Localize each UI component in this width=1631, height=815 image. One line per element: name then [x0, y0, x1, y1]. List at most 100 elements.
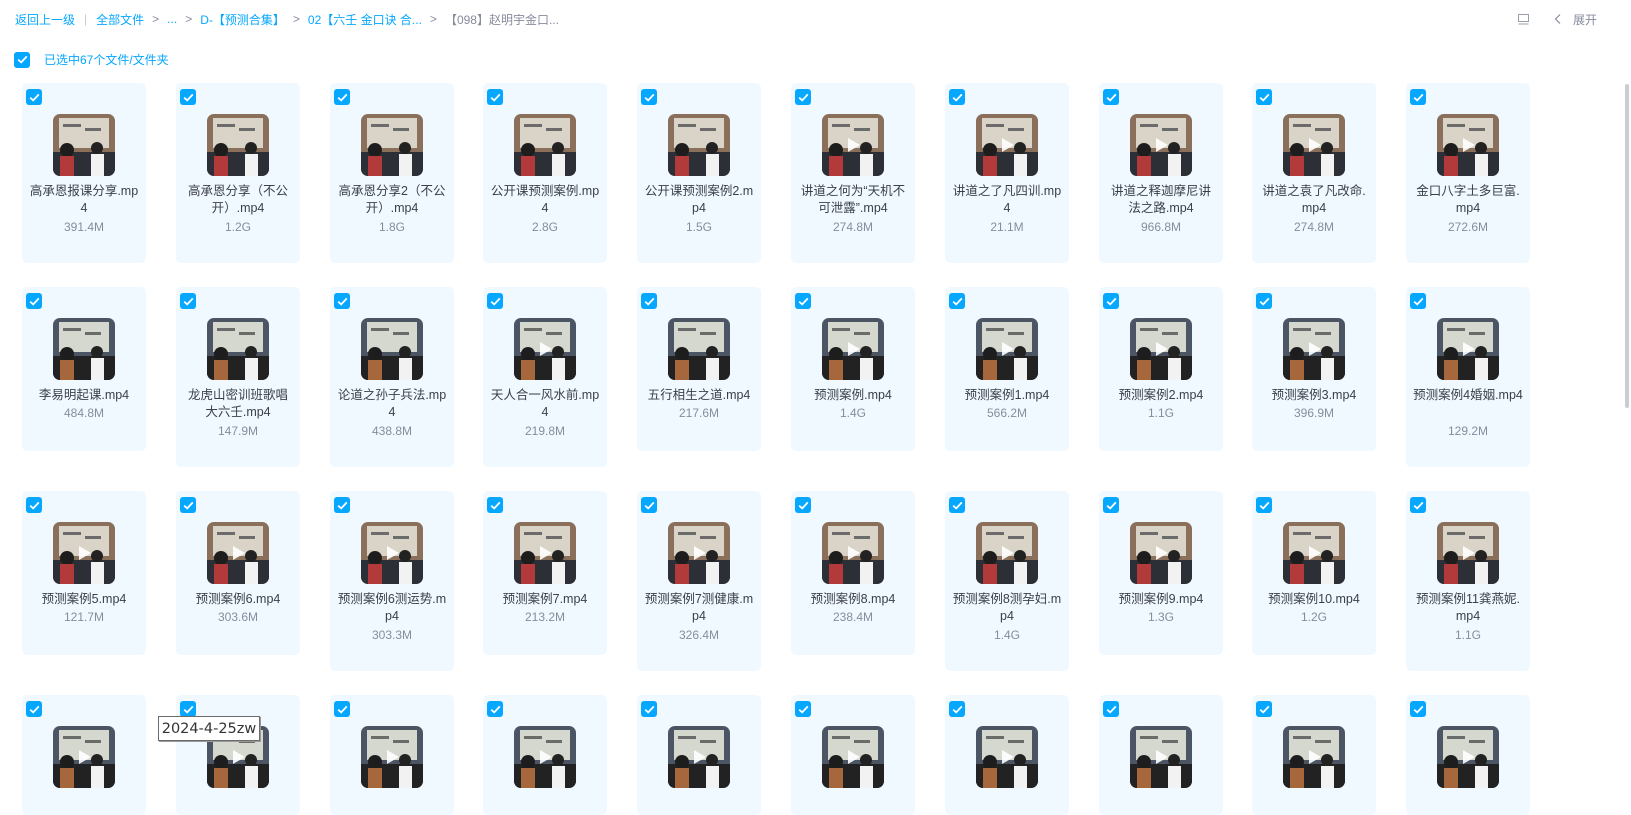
video-thumbnail	[1437, 726, 1499, 788]
file-tile[interactable]: 讲道之了凡四训.mp4 21.1M	[945, 83, 1069, 263]
crumb-level2[interactable]: 02【六壬 金口诀 合...	[308, 11, 422, 28]
file-tile[interactable]: 预测案例11龚燕妮.mp4 1.1G	[1406, 491, 1530, 671]
file-tile[interactable]: 金口八字土多巨富.mp4 272.6M	[1406, 83, 1530, 263]
file-tile[interactable]	[637, 695, 761, 815]
file-checkbox[interactable]	[487, 701, 503, 717]
file-checkbox[interactable]	[1256, 701, 1272, 717]
file-tile[interactable]: 预测案例10.mp4 1.2G	[1252, 491, 1376, 655]
file-checkbox[interactable]	[1103, 497, 1119, 513]
file-checkbox[interactable]	[1103, 89, 1119, 105]
file-checkbox[interactable]	[1410, 497, 1426, 513]
file-tile[interactable]: 讲道之释迦摩尼讲法之路.mp4 966.8M	[1099, 83, 1223, 263]
file-tile[interactable]: 高承恩报课分享.mp4 391.4M	[22, 83, 146, 263]
file-size: 238.4M	[832, 610, 874, 624]
breadcrumb-divider: |	[84, 12, 88, 26]
file-checkbox[interactable]	[949, 497, 965, 513]
file-tile[interactable]: 预测案例6.mp4 303.6M	[176, 491, 300, 655]
file-tile[interactable]: 预测案例7测健康.mp4 326.4M	[637, 491, 761, 671]
file-checkbox[interactable]	[795, 293, 811, 309]
file-checkbox[interactable]	[487, 89, 503, 105]
file-tile[interactable]: 预测案例9.mp4 1.3G	[1099, 491, 1223, 655]
file-tile[interactable]	[1406, 695, 1530, 815]
file-checkbox[interactable]	[795, 497, 811, 513]
file-tile[interactable]: 预测案例1.mp4 566.2M	[945, 287, 1069, 451]
file-tile[interactable]	[330, 695, 454, 815]
file-checkbox[interactable]	[949, 293, 965, 309]
file-checkbox[interactable]	[487, 497, 503, 513]
file-tile[interactable]	[176, 695, 300, 815]
file-tile[interactable]: 讲道之何为“天机不可泄露”.mp4 274.8M	[791, 83, 915, 263]
file-checkbox[interactable]	[1410, 89, 1426, 105]
file-checkbox[interactable]	[641, 497, 657, 513]
scrollbar-thumb[interactable]	[1625, 84, 1629, 408]
file-checkbox[interactable]	[334, 89, 350, 105]
file-tile[interactable]: 高承恩分享2（不公开）.mp4 1.8G	[330, 83, 454, 263]
file-tile[interactable]: 龙虎山密训班歌唱大六壬.mp4 147.9M	[176, 287, 300, 467]
file-tile[interactable]: 天人合一风水前.mp4 219.8M	[483, 287, 607, 467]
file-tile[interactable]: 预测案例2.mp4 1.1G	[1099, 287, 1223, 451]
file-checkbox[interactable]	[949, 89, 965, 105]
file-checkbox[interactable]	[334, 701, 350, 717]
file-checkbox[interactable]	[26, 701, 42, 717]
file-checkbox[interactable]	[1256, 497, 1272, 513]
expand-label: 展开	[1572, 12, 1597, 27]
file-checkbox[interactable]	[180, 497, 196, 513]
file-tile[interactable]: 预测案例4婚姻.mp4 129.2M	[1406, 287, 1530, 467]
crumb-level1[interactable]: D-【预测合集】	[200, 11, 285, 28]
file-tile[interactable]	[791, 695, 915, 815]
file-checkbox[interactable]	[1256, 89, 1272, 105]
file-name: 公开课预测案例.mp4	[490, 184, 600, 215]
file-checkbox[interactable]	[641, 293, 657, 309]
file-checkbox[interactable]	[641, 701, 657, 717]
file-size: 274.8M	[1293, 220, 1335, 234]
view-mode-icon[interactable]	[1517, 12, 1531, 26]
file-checkbox[interactable]	[795, 701, 811, 717]
file-checkbox[interactable]	[180, 89, 196, 105]
file-tile[interactable]	[22, 695, 146, 815]
file-checkbox[interactable]	[1410, 293, 1426, 309]
file-checkbox[interactable]	[1410, 701, 1426, 717]
file-tile[interactable]: 预测案例7.mp4 213.2M	[483, 491, 607, 655]
file-tile[interactable]: 公开课预测案例2.mp4 1.5G	[637, 83, 761, 263]
file-checkbox[interactable]	[1256, 293, 1272, 309]
file-checkbox[interactable]	[334, 293, 350, 309]
file-tile[interactable]: 讲道之袁了凡改命.mp4 274.8M	[1252, 83, 1376, 263]
file-checkbox[interactable]	[1103, 293, 1119, 309]
file-tile[interactable]: 预测案例5.mp4 121.7M	[22, 491, 146, 655]
file-checkbox[interactable]	[949, 701, 965, 717]
file-checkbox[interactable]	[180, 701, 196, 717]
file-checkbox[interactable]	[26, 89, 42, 105]
file-name: 预测案例1.mp4	[964, 388, 1050, 402]
file-checkbox[interactable]	[334, 497, 350, 513]
file-checkbox[interactable]	[795, 89, 811, 105]
file-tile[interactable]: 论道之孙子兵法.mp4 438.8M	[330, 287, 454, 467]
file-tile[interactable]: 五行相生之道.mp4 217.6M	[637, 287, 761, 451]
file-checkbox[interactable]	[180, 293, 196, 309]
file-tile[interactable]: 预测案例6测运势.mp4 303.3M	[330, 491, 454, 671]
back-link[interactable]: 返回上一级	[15, 11, 75, 28]
file-tile[interactable]	[945, 695, 1069, 815]
file-tile[interactable]: 预测案例8.mp4 238.4M	[791, 491, 915, 655]
file-checkbox[interactable]	[26, 293, 42, 309]
select-all[interactable]: 已选中67个文件/文件夹	[14, 51, 169, 68]
file-tile[interactable]: 公开课预测案例.mp4 2.8G	[483, 83, 607, 263]
file-tile[interactable]: 李易明起课.mp4 484.8M	[22, 287, 146, 451]
file-tile[interactable]: 预测案例8测孕妇.mp4 1.4G	[945, 491, 1069, 671]
expand-button[interactable]: 展开	[1551, 11, 1597, 28]
file-checkbox[interactable]	[1103, 701, 1119, 717]
video-thumbnail	[1130, 114, 1192, 176]
file-name: 预测案例10.mp4	[1268, 592, 1360, 606]
file-checkbox[interactable]	[641, 89, 657, 105]
file-tile[interactable]: 高承恩分享（不公开）.mp4 1.2G	[176, 83, 300, 263]
crumb-all-files[interactable]: 全部文件	[96, 11, 144, 28]
file-tile[interactable]	[1252, 695, 1376, 815]
file-tile[interactable]: 预测案例3.mp4 396.9M	[1252, 287, 1376, 451]
file-checkbox[interactable]	[487, 293, 503, 309]
select-all-checkbox[interactable]	[14, 51, 30, 68]
video-thumbnail	[53, 114, 115, 176]
file-tile[interactable]: 预测案例.mp4 1.4G	[791, 287, 915, 451]
file-tile[interactable]	[1099, 695, 1223, 815]
file-tile[interactable]	[483, 695, 607, 815]
crumb-ellipsis[interactable]: ...	[167, 12, 177, 26]
file-checkbox[interactable]	[26, 497, 42, 513]
